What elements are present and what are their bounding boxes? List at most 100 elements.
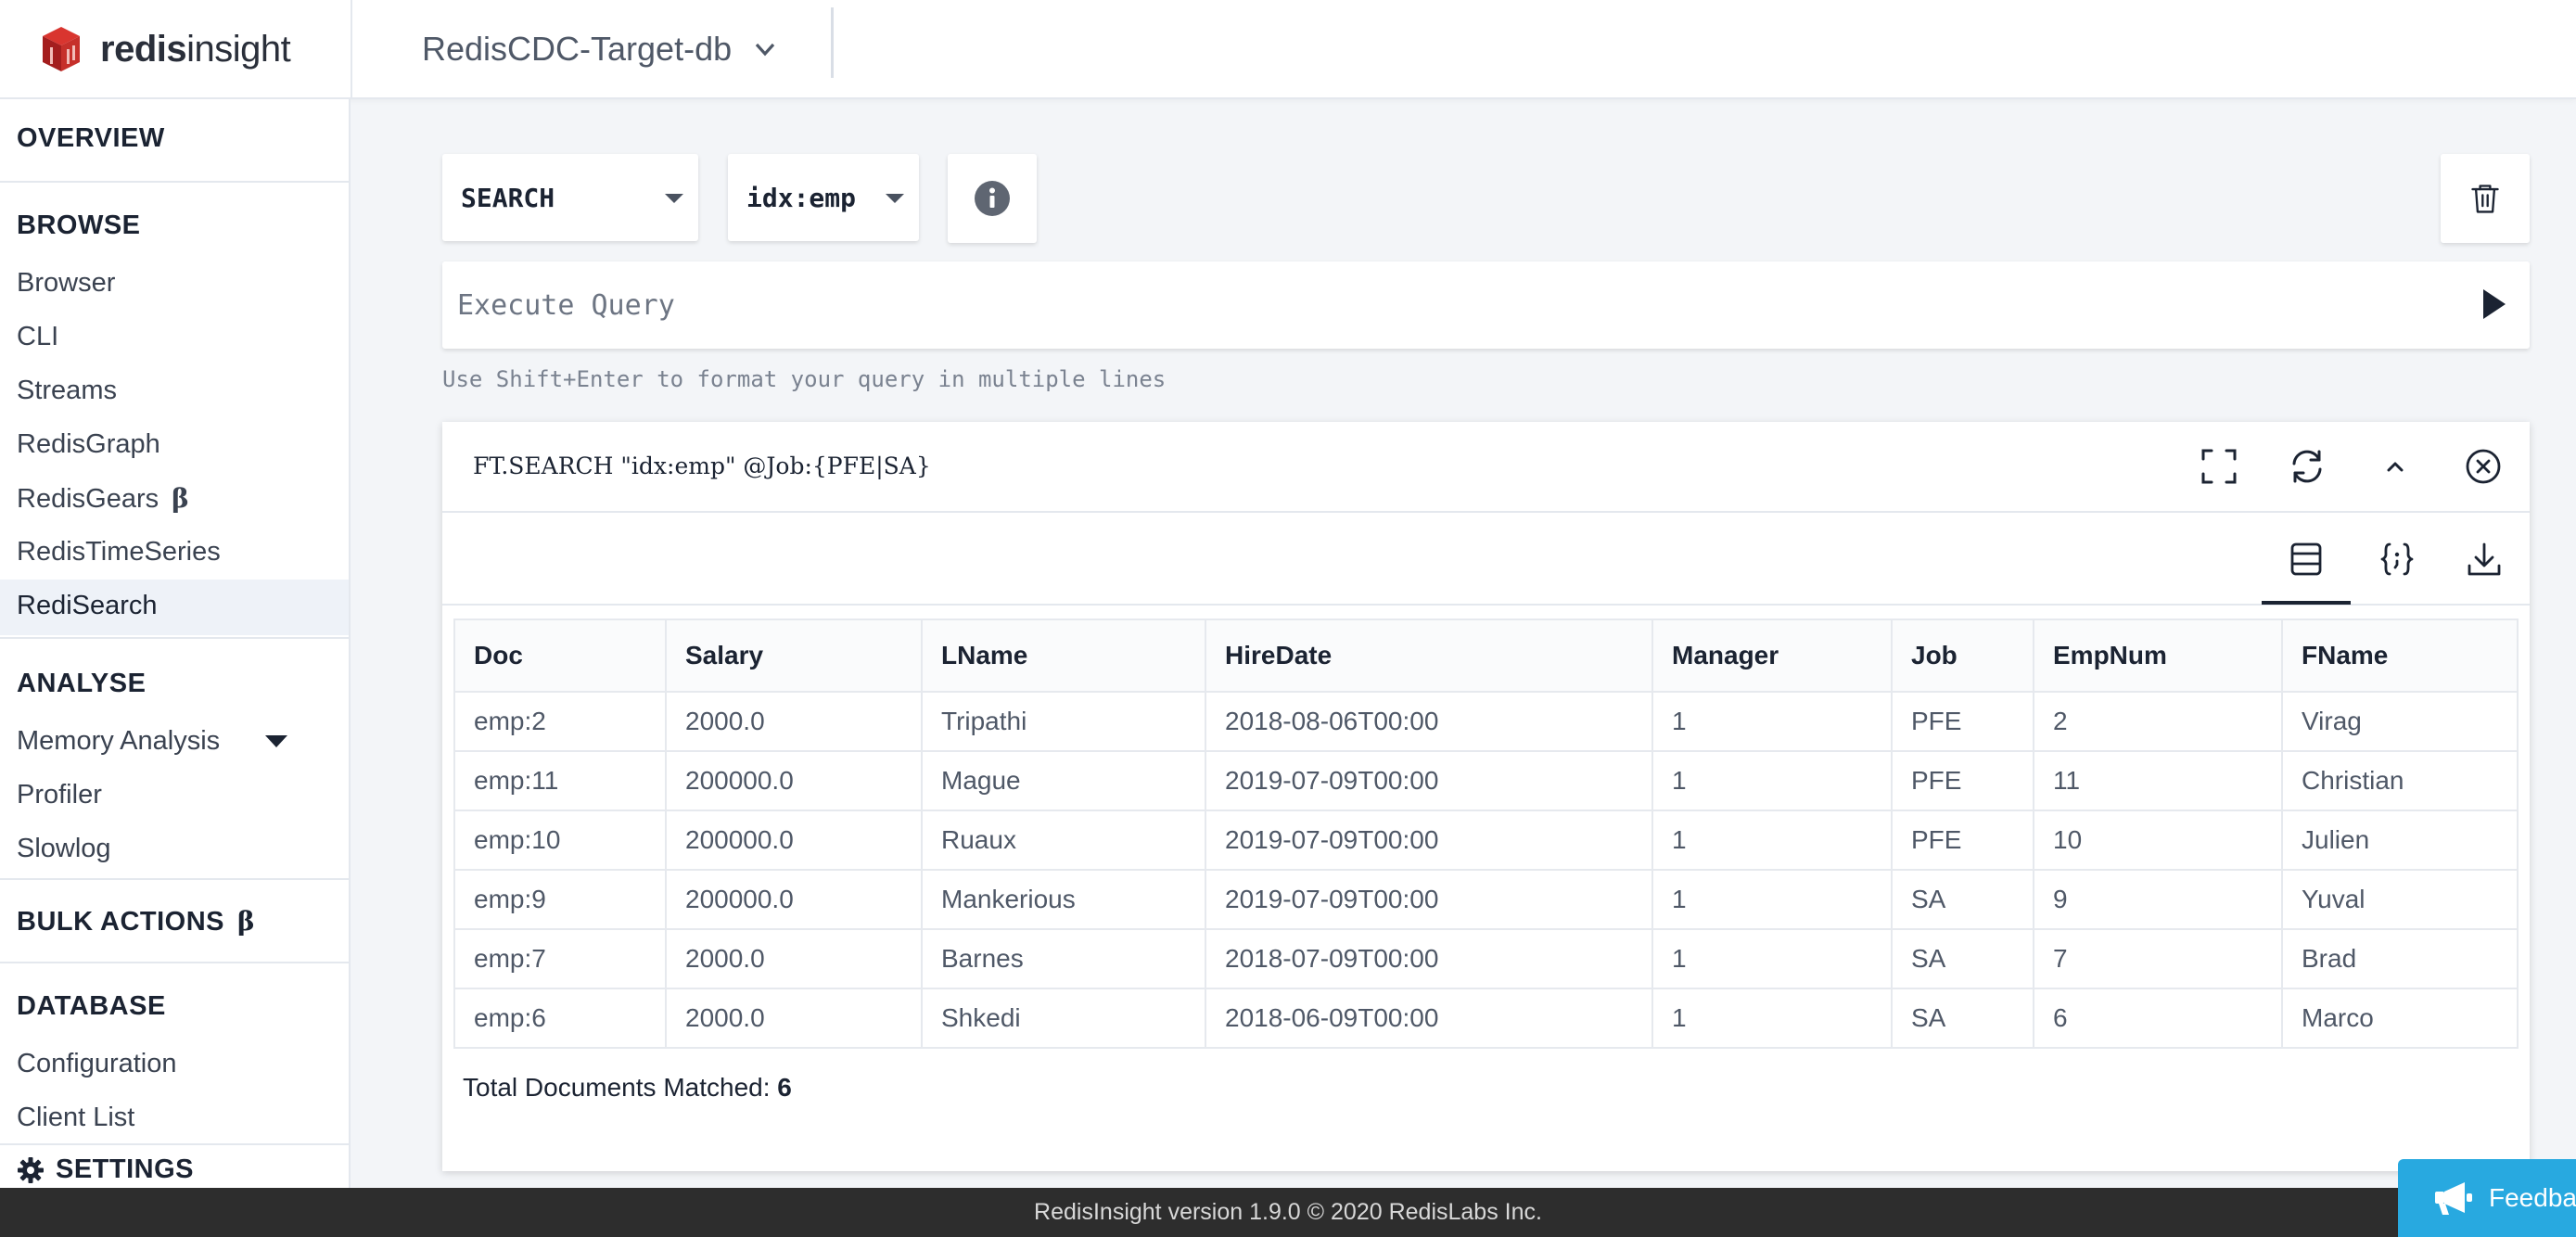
- table-cell: Yuval: [2281, 869, 2519, 930]
- column-header[interactable]: Manager: [1651, 618, 1893, 693]
- table-cell: emp:10: [453, 810, 667, 871]
- info-button[interactable]: [948, 154, 1037, 243]
- table-cell: PFE: [1891, 750, 2034, 811]
- table-row: emp:9 200000.0 Mankerious 2019-07-09T00:…: [453, 869, 2519, 930]
- refresh-button[interactable]: [2283, 442, 2331, 491]
- sidebar-item-label: BULK ACTIONS: [17, 907, 225, 937]
- table-cell: 2019-07-09T00:00: [1205, 750, 1653, 811]
- table-cell: 2018-08-06T00:00: [1205, 691, 1653, 752]
- sidebar-bulk-actions[interactable]: BULK ACTIONS β: [17, 906, 255, 937]
- query-input[interactable]: [457, 282, 2404, 328]
- redisinsight-logo[interactable]: redisinsight: [37, 17, 291, 82]
- sidebar-item-slowlog[interactable]: Slowlog: [17, 834, 111, 864]
- table-row: emp:2 2000.0 Tripathi 2018-08-06T00:00 1…: [453, 691, 2519, 752]
- dropdown-arrow-icon: [665, 194, 683, 203]
- table-cell: Christian: [2281, 750, 2519, 811]
- table-cell: 2: [2033, 691, 2283, 752]
- table-view-button[interactable]: [2280, 533, 2332, 585]
- sidebar: OVERVIEW BROWSE Browser CLI Streams Redi…: [0, 99, 351, 1188]
- sidebar-divider: [0, 181, 349, 183]
- sidebar-item-redisgears[interactable]: RedisGears β: [17, 483, 189, 515]
- column-header[interactable]: EmpNum: [2033, 618, 2283, 693]
- sidebar-item-browser[interactable]: Browser: [17, 268, 115, 299]
- sidebar-divider: [0, 1143, 349, 1145]
- command-select[interactable]: SEARCH: [442, 154, 698, 241]
- clear-results-button[interactable]: [2441, 154, 2530, 243]
- table-cell: 6: [2033, 988, 2283, 1049]
- table-cell: SA: [1891, 928, 2034, 989]
- column-header[interactable]: Doc: [453, 618, 667, 693]
- sidebar-item-client-list[interactable]: Client List: [17, 1103, 134, 1133]
- column-header[interactable]: Salary: [665, 618, 923, 693]
- table-row: emp:7 2000.0 Barnes 2018-07-09T00:00 1 S…: [453, 928, 2519, 989]
- sidebar-overview[interactable]: OVERVIEW: [17, 123, 165, 154]
- download-icon: [2468, 542, 2501, 576]
- table-cell: 2000.0: [665, 691, 923, 752]
- sidebar-divider: [0, 637, 349, 639]
- column-header[interactable]: LName: [921, 618, 1206, 693]
- expand-caret-icon[interactable]: [265, 735, 287, 747]
- download-button[interactable]: [2458, 533, 2510, 585]
- sidebar-item-redisearch[interactable]: RediSearch: [17, 591, 158, 621]
- index-select[interactable]: idx:emp: [728, 154, 919, 241]
- logo-text: redisinsight: [100, 28, 291, 70]
- column-header[interactable]: Job: [1891, 618, 2034, 693]
- result-header: FT.SEARCH "idx:emp" @Job:{PFE|SA}: [442, 422, 2530, 513]
- redis-cube-icon: [43, 27, 80, 71]
- table-cell: 11: [2033, 750, 2283, 811]
- sidebar-item-redisgraph[interactable]: RedisGraph: [17, 429, 160, 460]
- sidebar-settings[interactable]: SETTINGS: [17, 1154, 194, 1185]
- table-cell: 1: [1651, 988, 1893, 1049]
- table-row: emp:11 200000.0 Mague 2019-07-09T00:00 1…: [453, 750, 2519, 811]
- sidebar-item-redistimeseries[interactable]: RedisTimeSeries: [17, 537, 221, 567]
- table-cell: Mague: [921, 750, 1206, 811]
- top-bar: redisinsight RedisCDC-Target-db: [0, 0, 2576, 99]
- sidebar-section-analyse: ANALYSE: [17, 669, 147, 698]
- close-result-button[interactable]: [2459, 442, 2507, 491]
- table-cell: 1: [1651, 750, 1893, 811]
- table-cell: 2018-07-09T00:00: [1205, 928, 1653, 989]
- feedback-button[interactable]: Feedback: [2398, 1159, 2576, 1237]
- query-editor: [442, 261, 2530, 349]
- sidebar-item-profiler[interactable]: Profiler: [17, 780, 102, 810]
- table-cell: 2019-07-09T00:00: [1205, 869, 1653, 930]
- header-divider: [831, 7, 834, 78]
- active-view-indicator: [2262, 601, 2351, 605]
- table-cell: 2000.0: [665, 928, 923, 989]
- table-cell: PFE: [1891, 691, 2034, 752]
- total-documents: Total Documents Matched: 6: [463, 1073, 792, 1103]
- table-cell: Brad: [2281, 928, 2519, 989]
- dropdown-arrow-icon: [886, 194, 904, 203]
- table-cell: Barnes: [921, 928, 1206, 989]
- fullscreen-button[interactable]: [2195, 442, 2243, 491]
- table-cell: 1: [1651, 928, 1893, 989]
- view-toolbar: [442, 513, 2530, 606]
- fullscreen-icon: [2201, 449, 2237, 484]
- table-cell: emp:11: [453, 750, 667, 811]
- table-cell: SA: [1891, 988, 2034, 1049]
- json-view-button[interactable]: [2371, 533, 2423, 585]
- sidebar-divider: [0, 962, 349, 963]
- column-header[interactable]: HireDate: [1205, 618, 1653, 693]
- total-label: Total Documents Matched:: [463, 1073, 771, 1102]
- sidebar-item-label: RedisGears: [17, 484, 159, 514]
- play-icon[interactable]: [2483, 289, 2506, 319]
- collapse-button[interactable]: [2371, 442, 2419, 491]
- table-cell: emp:7: [453, 928, 667, 989]
- column-header[interactable]: FName: [2281, 618, 2519, 693]
- table-cell: Virag: [2281, 691, 2519, 752]
- table-cell: 2018-06-09T00:00: [1205, 988, 1653, 1049]
- table-cell: 1: [1651, 869, 1893, 930]
- sidebar-item-memory-analysis[interactable]: Memory Analysis: [17, 726, 220, 757]
- sidebar-item-configuration[interactable]: Configuration: [17, 1049, 177, 1079]
- sidebar-item-cli[interactable]: CLI: [17, 322, 58, 352]
- gear-icon: [18, 1156, 44, 1183]
- table-cell: 2019-07-09T00:00: [1205, 810, 1653, 871]
- index-select-value: idx:emp: [746, 182, 857, 213]
- table-cell: emp:2: [453, 691, 667, 752]
- database-selector[interactable]: RedisCDC-Target-db: [422, 20, 778, 78]
- table-cell: PFE: [1891, 810, 2034, 871]
- table-cell: Ruaux: [921, 810, 1206, 871]
- table-cell: 1: [1651, 810, 1893, 871]
- sidebar-item-streams[interactable]: Streams: [17, 376, 117, 406]
